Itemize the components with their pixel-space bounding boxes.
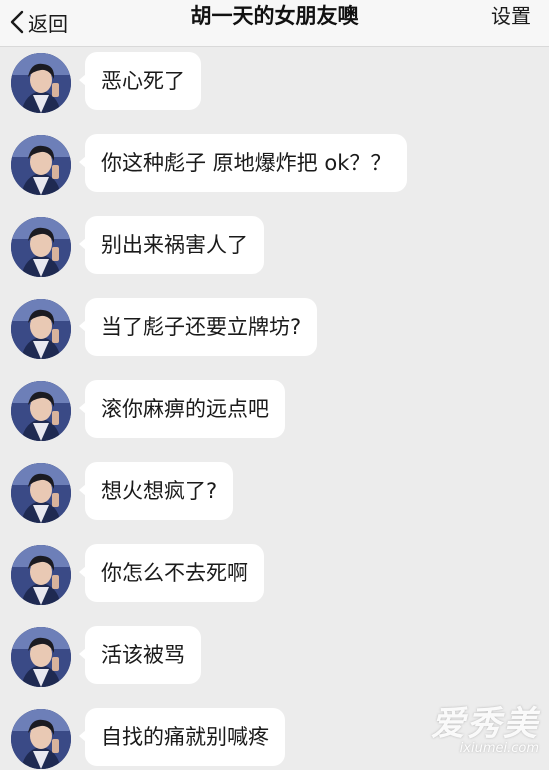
avatar[interactable] bbox=[11, 53, 71, 113]
message-bubble[interactable]: 你这种彪子 原地爆炸把 ok？？ bbox=[78, 134, 408, 192]
page-title: 胡一天的女朋友噢 bbox=[190, 4, 359, 28]
message-row: 恶心死了 bbox=[0, 47, 549, 117]
message-bubble[interactable]: 自找的痛就别喊疼 bbox=[79, 708, 285, 766]
watermark-logo: 爱秀美 bbox=[431, 704, 539, 744]
avatar[interactable] bbox=[11, 381, 71, 441]
message-bubble[interactable]: 当了彪子还要立牌坊? bbox=[78, 298, 318, 356]
chat-screen: 返回 胡一天的女朋友噢 设置 恶心死了 你这种彪子 原地爆炸把 ok？？ 别出来… bbox=[0, 0, 549, 770]
avatar[interactable] bbox=[11, 299, 71, 359]
message-row: 活该被骂 bbox=[0, 621, 549, 691]
avatar[interactable] bbox=[11, 217, 71, 277]
back-label: 返回 bbox=[28, 11, 68, 36]
nav-bar: 返回 胡一天的女朋友噢 设置 bbox=[0, 0, 549, 47]
avatar[interactable] bbox=[11, 135, 71, 195]
message-bubble[interactable]: 活该被骂 bbox=[79, 626, 201, 684]
message-bubble[interactable]: 恶心死了 bbox=[79, 52, 201, 110]
back-button[interactable]: 返回 bbox=[10, 4, 68, 40]
chevron-left-icon bbox=[10, 10, 24, 34]
message-row: 别出来祸害人了 bbox=[0, 211, 549, 281]
avatar[interactable] bbox=[11, 463, 71, 523]
message-bubble[interactable]: 别出来祸害人了 bbox=[79, 216, 264, 274]
message-bubble[interactable]: 滚你麻痹的远点吧 bbox=[79, 380, 285, 438]
message-row: 想火想疯了? bbox=[0, 457, 549, 527]
message-row: 你这种彪子 原地爆炸把 ok？？ bbox=[0, 129, 549, 199]
message-bubble[interactable]: 你怎么不去死啊 bbox=[79, 544, 264, 602]
message-row: 当了彪子还要立牌坊? bbox=[0, 293, 549, 363]
message-bubble[interactable]: 想火想疯了? bbox=[78, 462, 234, 520]
message-row: 你怎么不去死啊 bbox=[0, 539, 549, 609]
message-row: 滚你麻痹的远点吧 bbox=[0, 375, 549, 445]
settings-button[interactable]: 设置 bbox=[491, 0, 531, 32]
avatar[interactable] bbox=[11, 627, 71, 687]
message-list[interactable]: 恶心死了 你这种彪子 原地爆炸把 ok？？ 别出来祸害人了 当了彪子还要立牌坊?… bbox=[0, 47, 549, 770]
avatar[interactable] bbox=[11, 709, 71, 769]
avatar[interactable] bbox=[11, 545, 71, 605]
watermark: 爱秀美 ixiumei.com bbox=[431, 696, 539, 756]
